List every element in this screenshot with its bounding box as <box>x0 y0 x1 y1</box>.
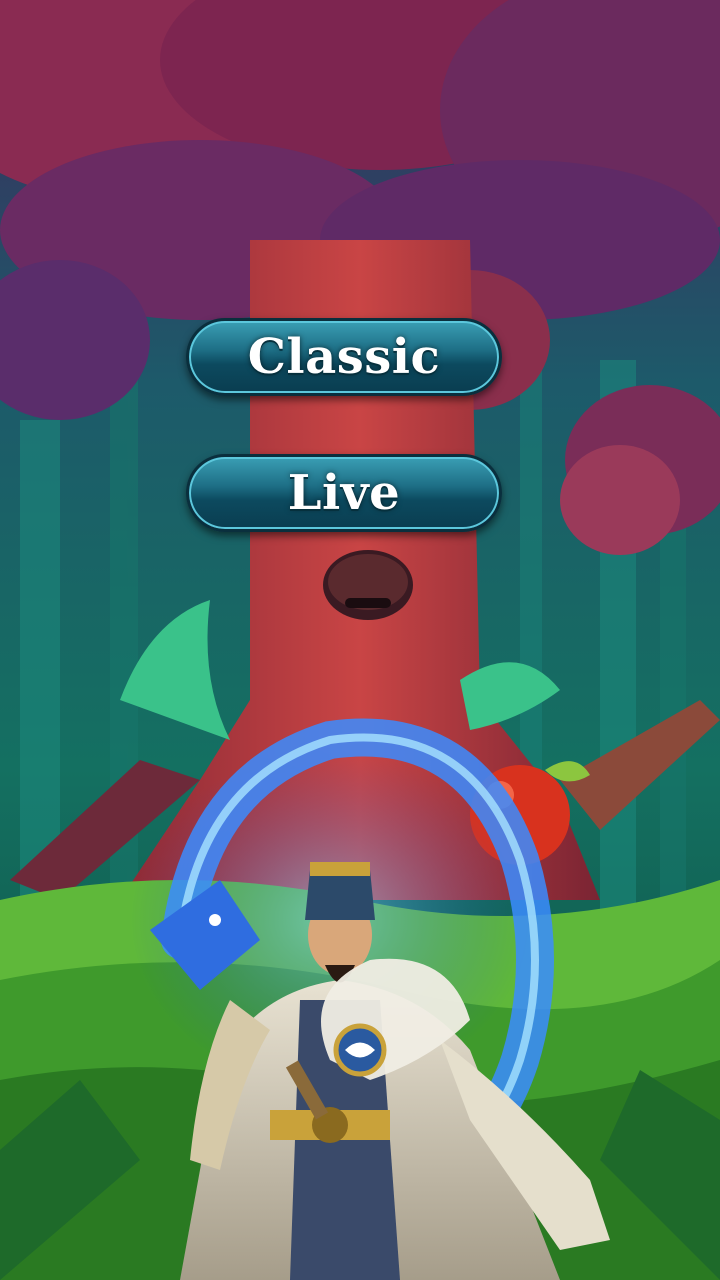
classic-mode-label: Classic <box>247 329 441 385</box>
classic-mode-button[interactable]: Classic <box>186 318 502 396</box>
live-mode-button[interactable]: Live <box>186 454 502 532</box>
live-mode-label: Live <box>287 465 401 521</box>
forest-background <box>0 0 720 1280</box>
